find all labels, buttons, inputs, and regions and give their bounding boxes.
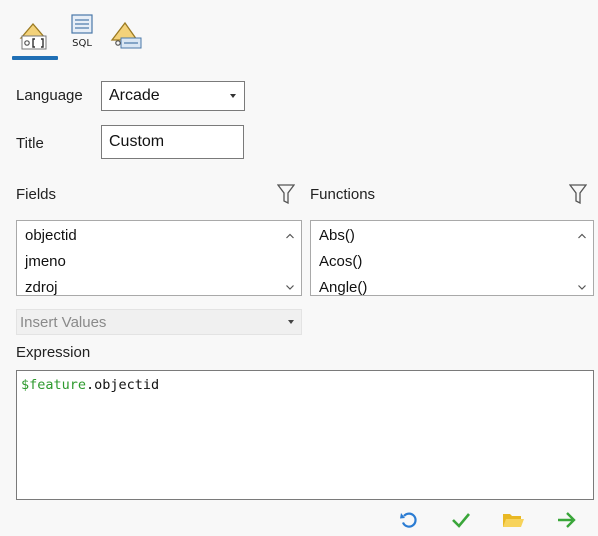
functions-filter-icon[interactable] — [568, 184, 588, 205]
language-dropdown[interactable]: Arcade — [101, 81, 245, 111]
list-item[interactable]: zdroj — [25, 279, 58, 295]
scroll-up-icon[interactable] — [285, 228, 295, 239]
expression-editor[interactable]: $feature.objectid — [16, 370, 594, 500]
sql-tab-label: SQL — [72, 38, 92, 49]
list-item[interactable]: Angle() — [319, 279, 367, 295]
expression-label: Expression — [16, 344, 91, 361]
undo-icon — [399, 510, 419, 534]
list-item[interactable]: jmeno — [25, 253, 66, 270]
undo-button[interactable] — [397, 511, 421, 533]
list-item[interactable]: objectid — [25, 227, 77, 244]
chevron-down-icon — [288, 320, 294, 324]
chevron-down-icon — [230, 94, 236, 98]
scroll-up-icon[interactable] — [577, 228, 587, 239]
python-expression-icon — [17, 18, 51, 52]
tab-sql-expression[interactable]: SQL — [62, 8, 102, 52]
title-label: Title — [16, 135, 44, 152]
verify-check-icon — [450, 511, 472, 533]
list-item[interactable]: Acos() — [319, 253, 362, 270]
language-label: Language — [16, 87, 83, 104]
title-input[interactable]: Custom — [101, 125, 244, 159]
apply-button[interactable] — [555, 511, 579, 533]
scroll-down-icon[interactable] — [285, 279, 295, 290]
scroll-down-icon[interactable] — [577, 279, 587, 290]
title-value: Custom — [109, 133, 165, 150]
list-item[interactable]: Abs() — [319, 227, 355, 244]
open-folder-icon — [501, 510, 525, 534]
insert-values-dropdown[interactable]: Insert Values — [16, 309, 302, 335]
tab-arcade-expression[interactable] — [106, 8, 146, 52]
expression-text: .objectid — [86, 377, 160, 393]
arcade-expression-icon — [107, 18, 145, 52]
verify-button[interactable] — [449, 511, 473, 533]
tab-python-expression[interactable] — [14, 8, 54, 52]
fields-list[interactable]: objectid jmeno zdroj — [16, 220, 302, 296]
functions-list[interactable]: Abs() Acos() Angle() — [310, 220, 594, 296]
fields-filter-icon[interactable] — [276, 184, 296, 205]
functions-label: Functions — [310, 186, 376, 203]
apply-arrow-icon — [556, 510, 578, 534]
fields-label: Fields — [16, 186, 57, 203]
active-tab-indicator — [12, 56, 58, 60]
expression-keyword: $feature — [21, 377, 87, 393]
insert-values-label: Insert Values — [20, 313, 107, 331]
open-expression-button[interactable] — [501, 511, 525, 533]
language-value: Arcade — [109, 87, 160, 104]
sql-expression-icon: SQL — [65, 12, 99, 52]
